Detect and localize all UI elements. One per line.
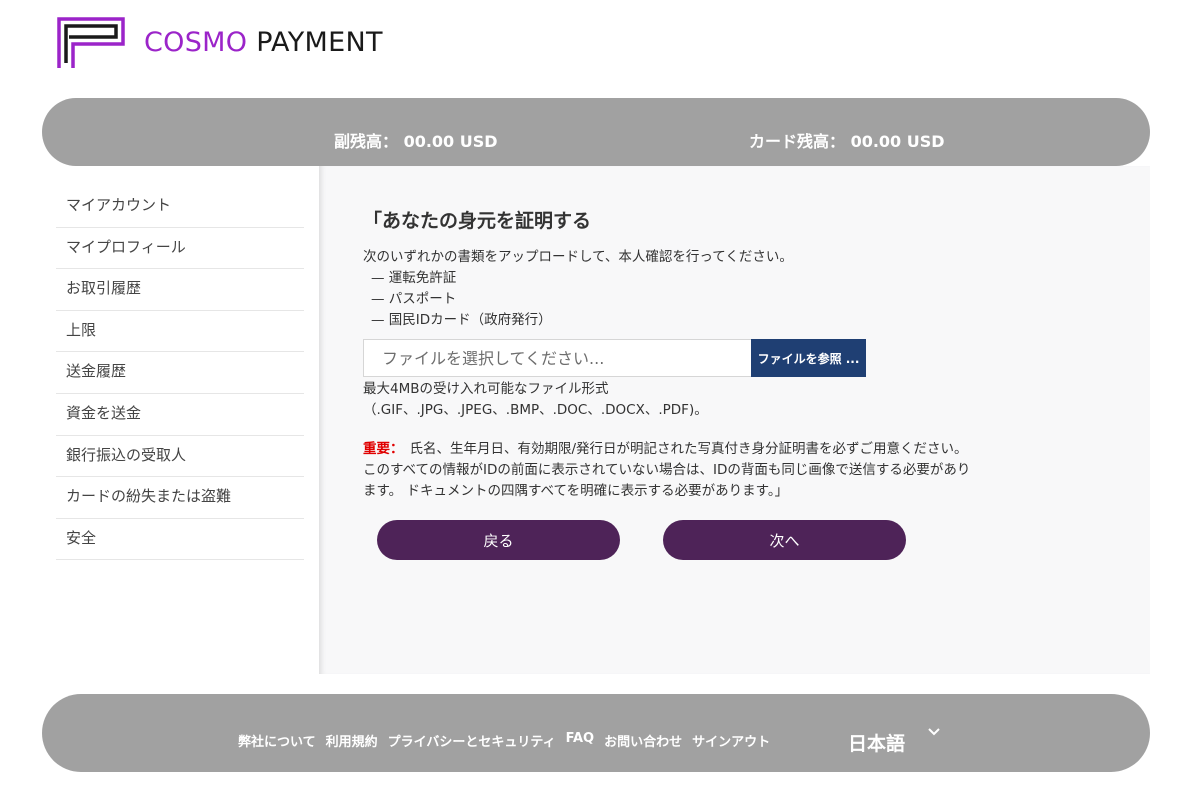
sidebar-item-lost-stolen-card[interactable]: カードの紛失または盗難 [56, 477, 304, 519]
verify-identity-form: 「あなたの身元を証明する 次のいずれかの書類をアップロードして、本人確認を行って… [363, 206, 983, 560]
balance-bar: 副残高： 00.00 USD カード残高： 00.00 USD [42, 98, 1150, 166]
footer-link-faq[interactable]: FAQ [566, 731, 595, 750]
footer-link-about[interactable]: 弊社について [238, 731, 316, 750]
file-format-note: 最大4MBの受け入れ可能なファイル形式 （.GIF、.JPG、.JPEG、.BM… [363, 379, 983, 421]
sub-balance: 副残高： 00.00 USD [334, 132, 498, 151]
sidebar-item-transaction-history[interactable]: お取引履歴 [56, 269, 304, 311]
sidebar-item-send-funds[interactable]: 資金を送金 [56, 394, 304, 436]
brand-name-payment: PAYMENT [256, 26, 383, 58]
next-button[interactable]: 次へ [663, 520, 906, 560]
brand-name-cosmo: COSMO [144, 26, 248, 58]
footer-links: 弊社について 利用規約 プライバシーとセキュリティ FAQ お問い合わせ サイン… [238, 731, 780, 750]
sidebar-nav: マイアカウント マイプロフィール お取引履歴 上限 送金履歴 資金を送金 銀行振… [56, 186, 304, 561]
file-format-note-line1: 最大4MBの受け入れ可能なファイル形式 [363, 381, 609, 397]
file-path-input[interactable] [363, 339, 751, 377]
important-notice: 重要： 氏名、生年月日、有効期限/発行日が明記された写真付き身分証明書を必ずご用意… [363, 439, 978, 502]
brand-name: COSMO PAYMENT [144, 27, 383, 58]
sidebar-item-transfer-history[interactable]: 送金履歴 [56, 352, 304, 394]
back-button[interactable]: 戻る [377, 520, 620, 560]
footer-link-sign-out[interactable]: サインアウト [692, 731, 770, 750]
brand-logo[interactable]: COSMO PAYMENT [56, 16, 383, 68]
page-title: 「あなたの身元を証明する [363, 210, 592, 232]
browse-file-button[interactable]: ファイルを参照 ... [751, 339, 866, 377]
document-item-drivers-license: — 運転免許証 [371, 270, 457, 286]
footer-link-contact[interactable]: お問い合わせ [604, 731, 682, 750]
sidebar-item-security[interactable]: 安全 [56, 519, 304, 561]
chevron-down-icon[interactable] [928, 721, 940, 740]
sidebar-item-limits[interactable]: 上限 [56, 311, 304, 353]
footer-link-privacy[interactable]: プライバシーとセキュリティ [388, 731, 556, 750]
document-list: — 運転免許証 — パスポート — 国民IDカード（政府発行） [363, 268, 983, 331]
document-item-passport: — パスポート [371, 291, 457, 307]
important-label: 重要： [363, 441, 404, 457]
file-format-note-line2: （.GIF、.JPG、.JPEG、.BMP、.DOC、.DOCX、.PDF)。 [363, 402, 708, 418]
important-text: 氏名、生年月日、有効期限/発行日が明記された写真付き身分証明書を必ずご用意くださ… [363, 441, 971, 499]
main-panel: 「あなたの身元を証明する 次のいずれかの書類をアップロードして、本人確認を行って… [319, 166, 1150, 674]
sidebar-item-bank-beneficiaries[interactable]: 銀行振込の受取人 [56, 436, 304, 478]
sidebar-item-my-account[interactable]: マイアカウント [56, 186, 304, 228]
card-balance: カード残高： 00.00 USD [749, 132, 945, 151]
brand-logo-icon [57, 17, 125, 68]
document-item-national-id: — 国民IDカード（政府発行） [371, 312, 552, 328]
footer-link-terms[interactable]: 利用規約 [326, 731, 378, 750]
sidebar-item-my-profile[interactable]: マイプロフィール [56, 228, 304, 270]
file-upload-row: ファイルを参照 ... [363, 339, 983, 377]
navigation-buttons: 戻る 次へ [363, 520, 983, 560]
language-selector[interactable]: 日本語 [848, 729, 905, 756]
footer-bar: 弊社について 利用規約 プライバシーとセキュリティ FAQ お問い合わせ サイン… [42, 694, 1150, 772]
intro-text: 次のいずれかの書類をアップロードして、本人確認を行ってください。 [363, 249, 793, 265]
